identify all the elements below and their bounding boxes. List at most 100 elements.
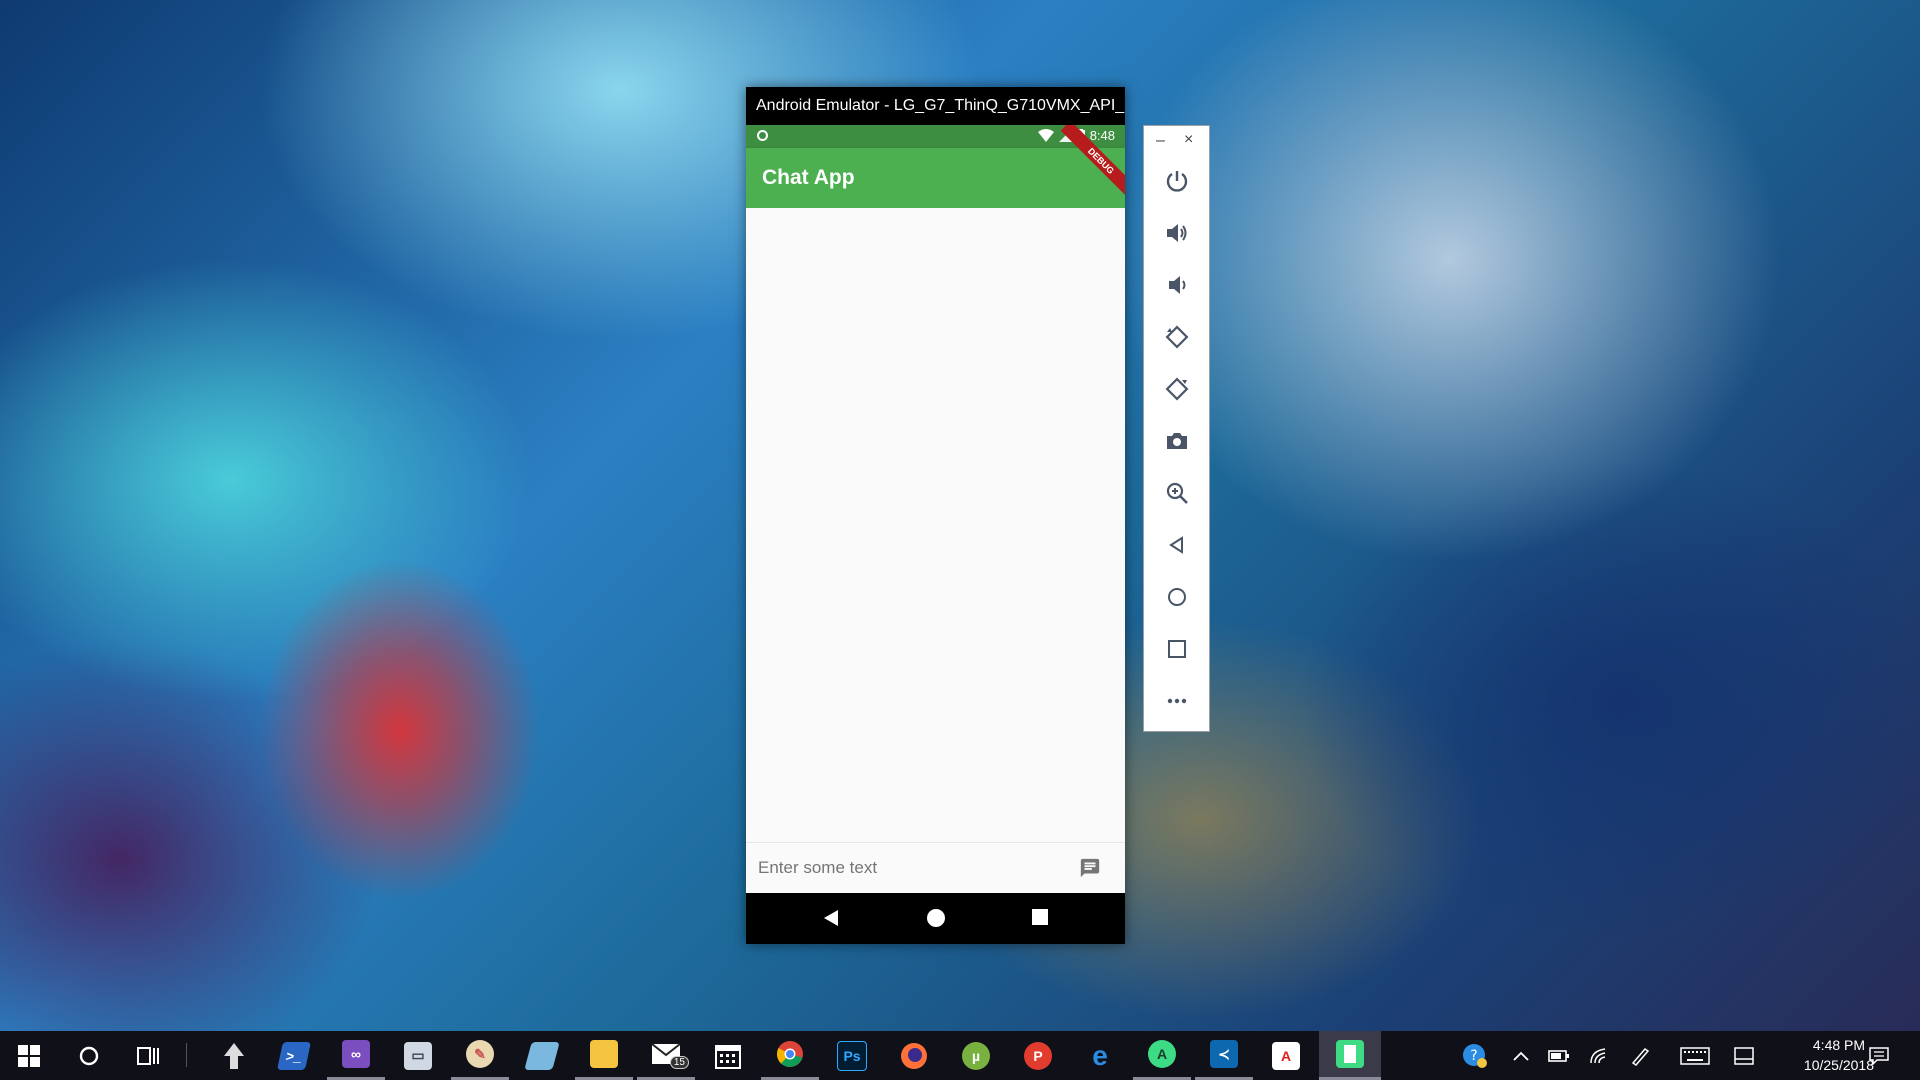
close-button[interactable]: × [1184, 131, 1193, 149]
rotate-right-icon [1165, 377, 1189, 401]
zoom-button[interactable] [1162, 478, 1192, 508]
help-tray-icon[interactable]: ? [1462, 1031, 1488, 1080]
firefox-icon [901, 1042, 927, 1069]
home-button[interactable] [1162, 582, 1192, 612]
inkscape-icon [224, 1042, 244, 1069]
taskbar-app-mail[interactable]: 15 [637, 1031, 695, 1080]
taskbar-app-calendar[interactable] [699, 1031, 757, 1080]
wifi-icon [1037, 129, 1054, 142]
taskbar-app-remote-desktop[interactable]: ▭ [389, 1031, 447, 1080]
help-icon: ? [1463, 1043, 1487, 1068]
volume-down-icon [1169, 276, 1186, 294]
clock-time: 4:48 PM [1812, 1037, 1866, 1053]
camera-icon [1167, 433, 1187, 449]
taskbar-divider [186, 1043, 187, 1067]
utorrent-icon: µ [962, 1041, 990, 1070]
powershell-icon: >_ [277, 1041, 311, 1070]
taskbar-app-azure-storage[interactable] [513, 1031, 571, 1080]
show-hidden-icons[interactable] [1513, 1031, 1529, 1080]
pen-icon [1631, 1047, 1650, 1066]
message-icon[interactable] [1079, 857, 1101, 884]
back-button[interactable] [1162, 530, 1192, 560]
battery-tray-icon[interactable] [1548, 1031, 1570, 1080]
taskbar-app-emulator[interactable] [1319, 1031, 1381, 1080]
power-button[interactable] [1162, 166, 1192, 196]
overview-icon [1168, 640, 1186, 658]
calendar-icon [715, 1044, 741, 1069]
emulator-window: Android Emulator - LG_G7_ThinQ_G710VMX_A… [746, 87, 1125, 944]
rotate-left-button[interactable] [1162, 322, 1192, 352]
emulator-title-bar[interactable]: Android Emulator - LG_G7_ThinQ_G710VMX_A… [746, 87, 1125, 125]
zoom-icon [1166, 482, 1188, 504]
tablet-mode-icon [1734, 1046, 1754, 1065]
volume-up-button[interactable] [1162, 218, 1192, 248]
network-tray-icon[interactable] [1589, 1031, 1609, 1080]
taskbar-app-chrome[interactable] [761, 1031, 819, 1080]
home-circle-icon[interactable] [926, 908, 946, 933]
chevron-up-icon [1513, 1051, 1529, 1061]
composer [746, 842, 1125, 893]
acrobat-icon: A [1272, 1041, 1300, 1070]
screenshot-button[interactable] [1162, 426, 1192, 456]
action-center-button[interactable] [1869, 1031, 1889, 1080]
status-time: 8:48 [1089, 128, 1115, 143]
device-screen: 8:48 Chat App DEBUG [746, 125, 1125, 944]
overview-button[interactable] [1162, 634, 1192, 664]
more-button[interactable] [1162, 686, 1192, 716]
android-studio-icon: A [1148, 1040, 1176, 1068]
battery-icon [1548, 1049, 1569, 1062]
search-button[interactable] [60, 1031, 118, 1080]
taskbar-app-inkscape[interactable] [205, 1031, 263, 1080]
more-icon [1167, 698, 1187, 704]
volume-down-button[interactable] [1162, 270, 1192, 300]
taskbar-app-visual-studio[interactable]: ∞ [327, 1031, 385, 1080]
taskbar-app-pocketcasts[interactable]: P [1009, 1031, 1067, 1080]
app-title: Chat App [762, 166, 855, 189]
emulator-toolbar: – × [1143, 125, 1210, 732]
taskbar-app-utorrent[interactable]: µ [947, 1031, 1005, 1080]
minimize-button[interactable]: – [1156, 132, 1165, 150]
taskbar-app-photoshop[interactable]: Ps [823, 1031, 881, 1080]
display-tray-icon[interactable] [1734, 1031, 1754, 1080]
clock[interactable]: 4:48 PM 10/25/2018 [1804, 1035, 1874, 1075]
back-triangle-icon[interactable] [822, 908, 840, 933]
taskbar-app-paint[interactable]: ✎ [451, 1031, 509, 1080]
pocketcasts-icon: P [1024, 1041, 1052, 1070]
clock-date: 10/25/2018 [1803, 1057, 1874, 1073]
app-bar: Chat App DEBUG [746, 125, 1125, 208]
mail-badge: 15 [669, 1056, 689, 1069]
pen-tray-icon[interactable] [1630, 1031, 1650, 1080]
cortana-icon [79, 1046, 99, 1065]
paint-icon: ✎ [466, 1040, 494, 1068]
taskbar-app-android-studio[interactable]: A [1133, 1031, 1191, 1080]
touch-keyboard-tray-icon[interactable] [1680, 1031, 1710, 1080]
remote-desktop-icon: ▭ [404, 1041, 432, 1070]
azure-storage-icon [524, 1041, 560, 1070]
taskbar-app-vscode[interactable]: ≺ [1195, 1031, 1253, 1080]
volume-up-icon [1167, 224, 1187, 242]
taskbar-app-file-explorer[interactable] [575, 1031, 633, 1080]
taskbar-app-powershell[interactable]: >_ [265, 1031, 323, 1080]
windows-icon [18, 1044, 40, 1067]
folder-icon [590, 1040, 618, 1068]
android-nav-bar [746, 893, 1125, 944]
message-list[interactable] [746, 208, 1125, 843]
taskbar-app-firefox[interactable] [885, 1031, 943, 1080]
taskbar: >_ ∞ ▭ ✎ 15 Ps µ P e A ≺ A ? 4:48 PM 10/… [0, 1031, 1920, 1080]
edge-icon: e [1092, 1039, 1108, 1071]
recents-square-icon[interactable] [1031, 908, 1049, 931]
notification-icon [757, 130, 768, 141]
taskbar-app-acrobat[interactable]: A [1257, 1031, 1315, 1080]
rotate-right-button[interactable] [1162, 374, 1192, 404]
power-icon [1166, 171, 1188, 192]
task-view-button[interactable] [120, 1031, 178, 1080]
message-input[interactable] [756, 851, 1060, 885]
svg-text:?: ? [1470, 1048, 1477, 1064]
taskbar-app-edge[interactable]: e [1071, 1031, 1129, 1080]
keyboard-icon [1680, 1046, 1710, 1065]
chrome-icon [776, 1041, 803, 1067]
rotate-left-icon [1165, 325, 1189, 349]
notifications-icon [1869, 1046, 1889, 1065]
photoshop-icon: Ps [837, 1040, 867, 1071]
start-button[interactable] [0, 1031, 58, 1080]
